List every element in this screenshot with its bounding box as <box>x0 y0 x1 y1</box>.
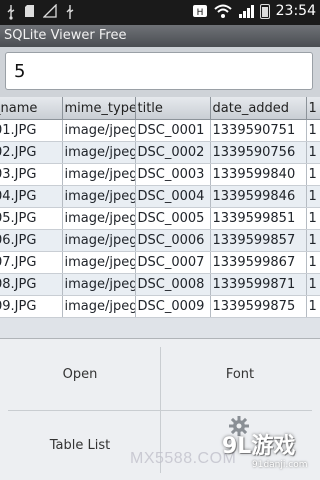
cell-date-added: 1339599851 <box>210 207 307 230</box>
cell-title: DSC_0004 <box>135 185 211 208</box>
cell-next: 1 <box>306 251 320 274</box>
cell-date-added: 1339599875 <box>210 295 307 318</box>
column-header-next[interactable]: 1 <box>306 97 320 120</box>
cell-title: DSC_0008 <box>135 273 211 296</box>
query-area: 5 <box>0 47 320 97</box>
usb-icon <box>6 4 16 20</box>
app-title: SQLite Viewer Free <box>4 28 127 43</box>
cell-title: DSC_0005 <box>135 207 211 230</box>
app-title-bar: SQLite Viewer Free <box>0 25 320 47</box>
cell-next: 1 <box>306 141 320 164</box>
wifi-icon <box>213 3 232 19</box>
results-grid[interactable]: _name mime_type title date_added 1 01.JP… <box>0 97 320 318</box>
menu-item-table-list[interactable]: Table List <box>0 410 160 480</box>
cell-mime-type: image/jpeg <box>62 295 136 318</box>
table-row[interactable]: 03.JPG image/jpeg DSC_0003 1339599840 1 <box>0 163 320 186</box>
cell-mime-type: image/jpeg <box>62 229 136 252</box>
usb-debug-icon <box>65 4 75 20</box>
cell-date-added: 1339599867 <box>210 251 307 274</box>
cell-next: 1 <box>306 163 320 186</box>
column-header-title[interactable]: title <box>135 97 211 120</box>
cell-name: 09.JPG <box>0 295 63 318</box>
cell-mime-type: image/jpeg <box>62 119 136 142</box>
cell-date-added: 1339590756 <box>210 141 307 164</box>
menu-item-font[interactable]: Font <box>160 339 320 410</box>
cell-next: 1 <box>306 295 320 318</box>
results-table: _name mime_type title date_added 1 01.JP… <box>0 97 320 318</box>
cell-date-added: 1339590751 <box>210 119 307 142</box>
notification-icons <box>6 4 75 20</box>
system-icons: H 23:54 <box>192 3 316 19</box>
table-row[interactable]: 09.JPG image/jpeg DSC_0009 1339599875 1 <box>0 295 320 318</box>
table-row[interactable]: 07.JPG image/jpeg DSC_0007 1339599867 1 <box>0 251 320 274</box>
status-bar: H 23:54 <box>0 0 320 25</box>
cell-date-added: 1339599857 <box>210 229 307 252</box>
table-row[interactable]: 08.JPG image/jpeg DSC_0008 1339599871 1 <box>0 273 320 296</box>
cell-name: 01.JPG <box>0 119 63 142</box>
header-row: _name mime_type title date_added 1 <box>0 97 320 120</box>
cell-date-added: 1339599846 <box>210 185 307 208</box>
cell-date-added: 1339599871 <box>210 273 307 296</box>
sd-card-icon <box>24 4 35 20</box>
cell-next: 1 <box>306 185 320 208</box>
table-row[interactable]: 05.JPG image/jpeg DSC_0005 1339599851 1 <box>0 207 320 230</box>
cell-title: DSC_0006 <box>135 229 211 252</box>
cell-next: 1 <box>306 229 320 252</box>
cell-name: 03.JPG <box>0 163 63 186</box>
cell-mime-type: image/jpeg <box>62 163 136 186</box>
cell-title: DSC_0007 <box>135 251 211 274</box>
cell-mime-type: image/jpeg <box>62 141 136 164</box>
table-row[interactable]: 02.JPG image/jpeg DSC_0002 1339590756 1 <box>0 141 320 164</box>
cell-next: 1 <box>306 207 320 230</box>
query-input[interactable]: 5 <box>5 52 313 90</box>
column-header-name[interactable]: _name <box>0 97 63 120</box>
signal-icon <box>43 4 57 20</box>
cell-mime-type: image/jpeg <box>62 185 136 208</box>
cell-name: 04.JPG <box>0 185 63 208</box>
cell-name: 06.JPG <box>0 229 63 252</box>
clock: 23:54 <box>275 3 316 19</box>
cell-name: 08.JPG <box>0 273 63 296</box>
cell-title: DSC_0002 <box>135 141 211 164</box>
cell-name: 05.JPG <box>0 207 63 230</box>
battery-icon <box>259 3 270 19</box>
cell-mime-type: image/jpeg <box>62 251 136 274</box>
column-header-date-added[interactable]: date_added <box>210 97 307 120</box>
cell-next: 1 <box>306 119 320 142</box>
menu-item-open[interactable]: Open <box>0 339 160 410</box>
network-icon: H <box>192 3 208 19</box>
cell-title: DSC_0009 <box>135 295 211 318</box>
cell-next: 1 <box>306 273 320 296</box>
cell-date-added: 1339599840 <box>210 163 307 186</box>
table-row[interactable]: 01.JPG image/jpeg DSC_0001 1339590751 1 <box>0 119 320 142</box>
cell-title: DSC_0001 <box>135 119 211 142</box>
gear-icon <box>228 415 250 437</box>
cell-mime-type: image/jpeg <box>62 273 136 296</box>
svg-text:H: H <box>196 8 203 18</box>
cell-mime-type: image/jpeg <box>62 207 136 230</box>
mobile-signal-icon <box>238 3 254 19</box>
cell-name: 07.JPG <box>0 251 63 274</box>
table-row[interactable]: 06.JPG image/jpeg DSC_0006 1339599857 1 <box>0 229 320 252</box>
options-menu: Open Font Table List <box>0 338 320 480</box>
table-row[interactable]: 04.JPG image/jpeg DSC_0004 1339599846 1 <box>0 185 320 208</box>
cell-title: DSC_0003 <box>135 163 211 186</box>
column-header-mime-type[interactable]: mime_type <box>62 97 136 120</box>
screen: H 23:54 SQLite Viewer Free 5 _name m <box>0 0 320 480</box>
cell-name: 02.JPG <box>0 141 63 164</box>
